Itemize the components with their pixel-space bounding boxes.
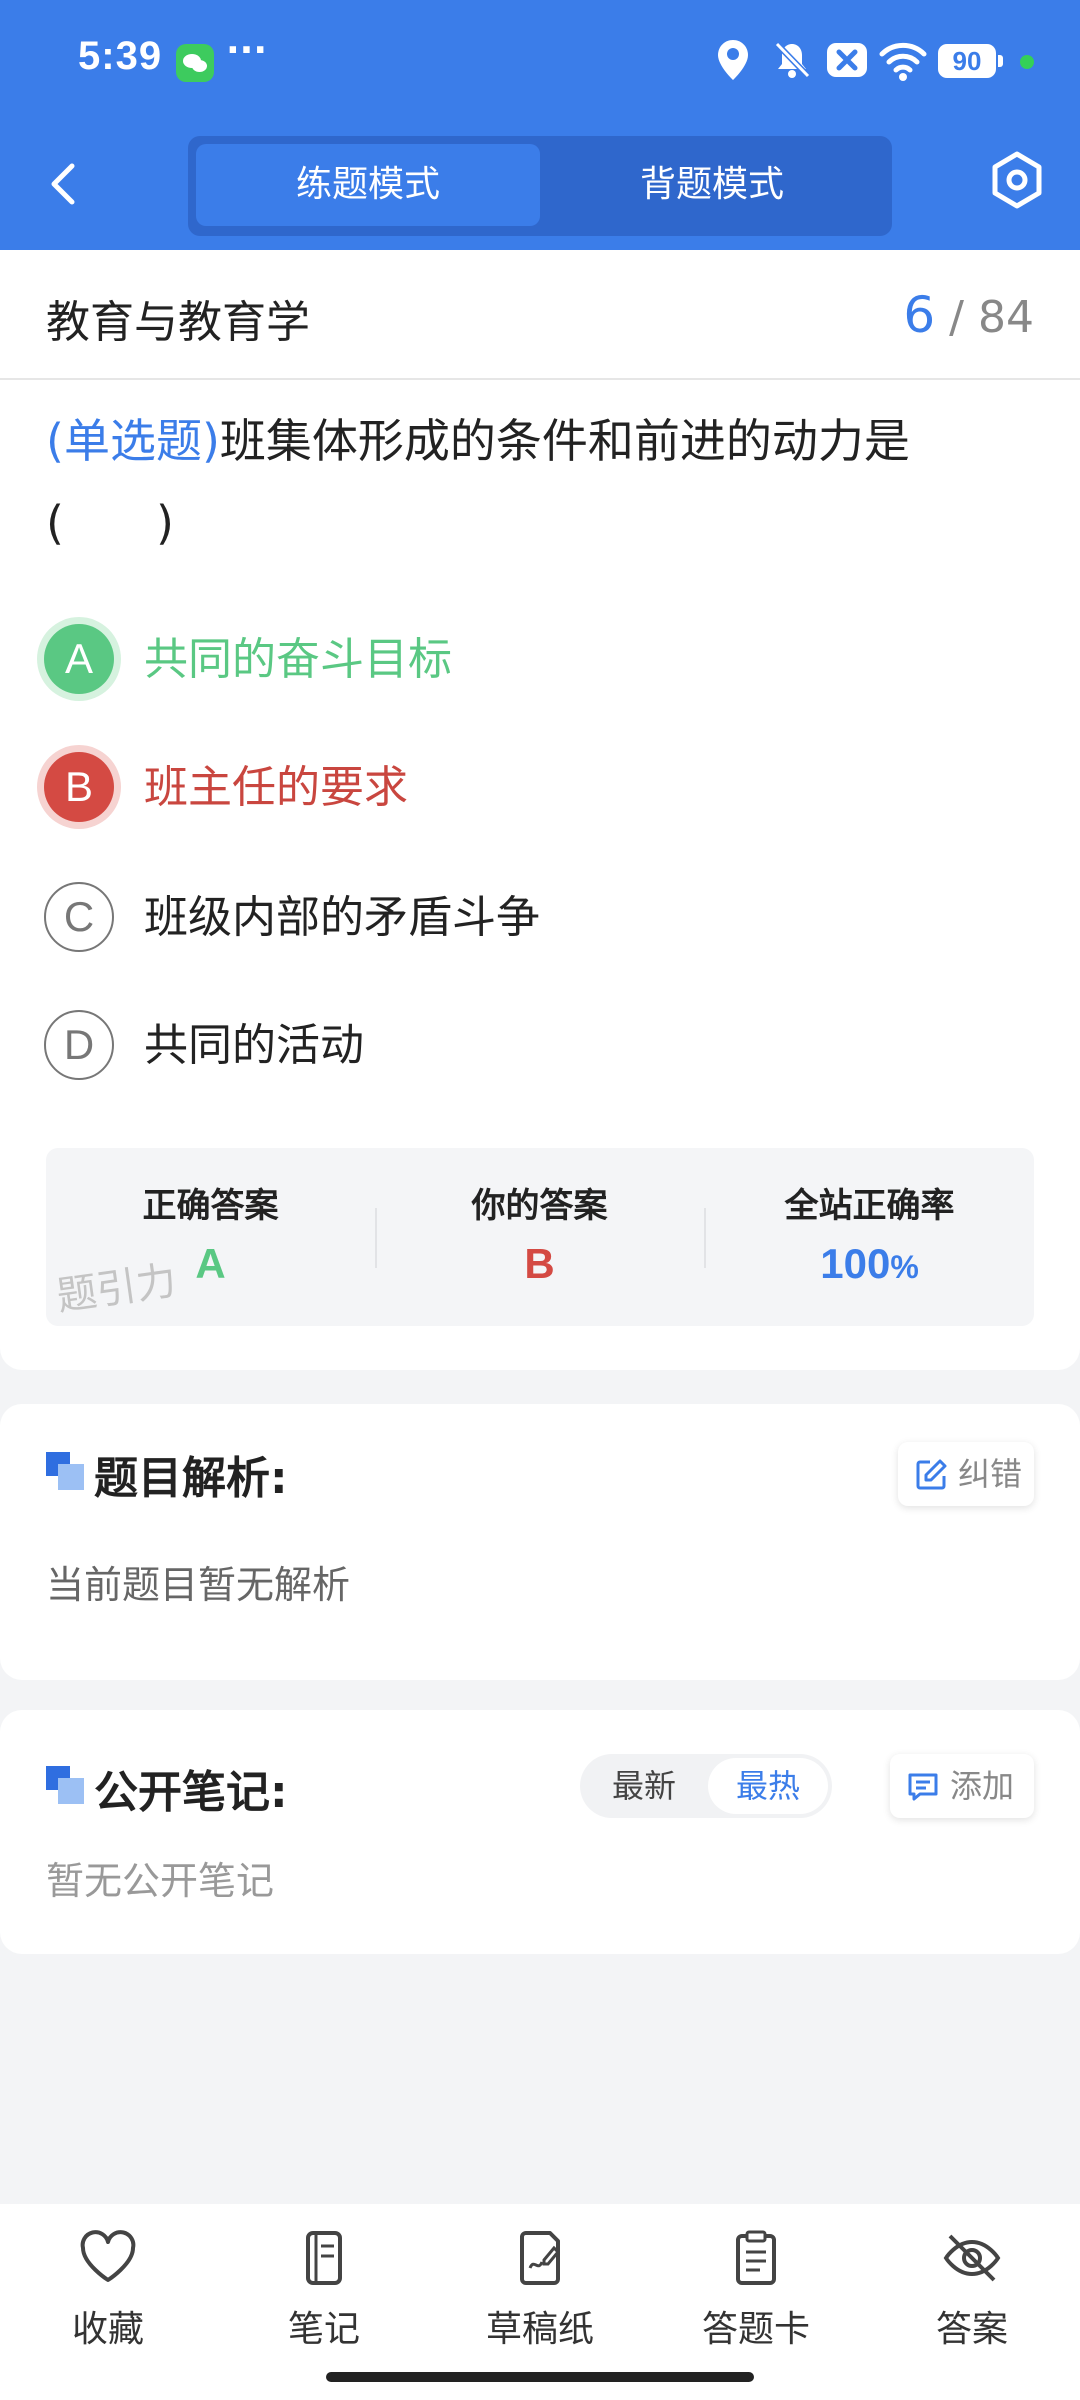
subject-title: 教育与教育学 [46, 297, 310, 348]
notes-sort-switch: 最新 最热 [580, 1754, 832, 1818]
mode-switch: 练题模式 背题模式 [188, 136, 892, 236]
top-nav-bar: 练题模式 背题模式 [0, 126, 1080, 250]
section-icon [46, 1766, 84, 1804]
wechat-icon [176, 44, 214, 82]
tab-label: 草稿纸 [485, 2309, 594, 2350]
question-card: 教育与教育学 6 / 84 (单选题)班集体形成的条件和前进的动力是( ) A … [0, 250, 1080, 1370]
tab-label: 答案 [935, 2309, 1008, 2350]
option-letter: B [44, 752, 114, 822]
option-text: 班级内部的矛盾斗争 [144, 892, 540, 943]
tab-notes[interactable]: 笔记 [216, 2230, 432, 2352]
counter-separator: / [949, 292, 964, 343]
tab-favorite[interactable]: 收藏 [0, 2230, 216, 2352]
divider [0, 378, 1080, 380]
your-answer-value: B [524, 1240, 555, 1287]
analysis-title: 题目解析: [94, 1453, 288, 1504]
correction-label: 纠错 [958, 1455, 1023, 1493]
settings-icon[interactable] [985, 148, 1049, 212]
your-answer-stat: 你的答案 B [375, 1148, 704, 1326]
eye-off-icon [943, 2234, 1001, 2282]
answer-stats: 正确答案 A 你的答案 B 全站正确率 100% 题引力 [46, 1148, 1034, 1326]
battery-level: 90 [938, 44, 1003, 78]
analysis-empty-text: 当前题目暂无解析 [46, 1563, 351, 1607]
mute-icon [774, 41, 811, 79]
question-counter: 6 / 84 [903, 286, 1034, 344]
public-notes-section: 公开笔记: 最新 最热 添加 暂无公开笔记 [0, 1710, 1080, 1954]
question-stem: (单选题)班集体形成的条件和前进的动力是( ) [46, 400, 1006, 564]
tab-answer[interactable]: 答案 [864, 2230, 1080, 2352]
option-text: 班主任的要求 [144, 762, 408, 813]
option-text: 共同的奋斗目标 [144, 634, 452, 685]
home-indicator[interactable] [326, 2372, 754, 2382]
option-letter: D [44, 1010, 114, 1080]
location-icon [718, 40, 748, 80]
tab-label: 笔记 [287, 2309, 360, 2350]
notes-title: 公开笔记: [94, 1767, 288, 1818]
privacy-indicator-icon [1020, 55, 1034, 69]
bottom-tab-bar: 收藏 笔记 草稿纸 答题卡 答案 [0, 2204, 1080, 2400]
back-arrow-icon[interactable] [40, 154, 90, 214]
your-answer-label: 你的答案 [471, 1186, 608, 1226]
accuracy-unit: % [890, 1249, 919, 1285]
correction-button[interactable]: 纠错 [898, 1442, 1034, 1506]
accuracy-stat: 全站正确率 100% [705, 1148, 1034, 1326]
tab-label: 收藏 [71, 2309, 144, 2350]
question-type: (单选题) [46, 414, 220, 468]
tab-practice-mode[interactable]: 练题模式 [196, 144, 540, 226]
notebook-icon [306, 2231, 342, 2285]
wifi-icon [879, 42, 927, 81]
option-c[interactable]: C 班级内部的矛盾斗争 [44, 878, 1004, 958]
option-a[interactable]: A 共同的奋斗目标 [44, 620, 1004, 700]
option-b[interactable]: B 班主任的要求 [44, 748, 1004, 828]
total-questions: 84 [978, 292, 1034, 343]
add-note-button[interactable]: 添加 [890, 1754, 1034, 1818]
more-notifications-icon: ··· [226, 30, 268, 71]
section-icon [46, 1452, 84, 1490]
option-text: 共同的活动 [144, 1020, 364, 1071]
analysis-section: 题目解析: 纠错 当前题目暂无解析 [0, 1404, 1080, 1680]
notes-empty-text: 暂无公开笔记 [46, 1859, 275, 1903]
correct-answer-label: 正确答案 [142, 1186, 279, 1226]
option-d[interactable]: D 共同的活动 [44, 1006, 1004, 1086]
sort-hottest-button[interactable]: 最热 [708, 1758, 828, 1814]
sort-latest-button[interactable]: 最新 [584, 1758, 704, 1814]
clipboard-icon [736, 2230, 776, 2285]
close-box-icon [827, 43, 867, 77]
add-note-label: 添加 [950, 1767, 1015, 1805]
heart-icon [80, 2230, 136, 2282]
option-letter: A [44, 624, 114, 694]
accuracy-label: 全站正确率 [784, 1186, 955, 1226]
comment-icon [908, 1773, 938, 1801]
current-question-number: 6 [903, 286, 936, 344]
tab-label: 答题卡 [701, 2309, 810, 2350]
accuracy-number: 100 [820, 1240, 891, 1287]
tab-scratch-paper[interactable]: 草稿纸 [432, 2230, 648, 2352]
tab-answer-sheet[interactable]: 答题卡 [648, 2230, 864, 2352]
status-bar: 5:39 ··· 90 [0, 0, 1080, 126]
tab-memorize-mode[interactable]: 背题模式 [540, 144, 884, 226]
edit-icon [916, 1459, 947, 1490]
accuracy-value: 100% [705, 1240, 1034, 1288]
draft-paper-icon [520, 2231, 561, 2285]
option-letter: C [44, 882, 114, 952]
status-time: 5:39 [78, 34, 163, 78]
